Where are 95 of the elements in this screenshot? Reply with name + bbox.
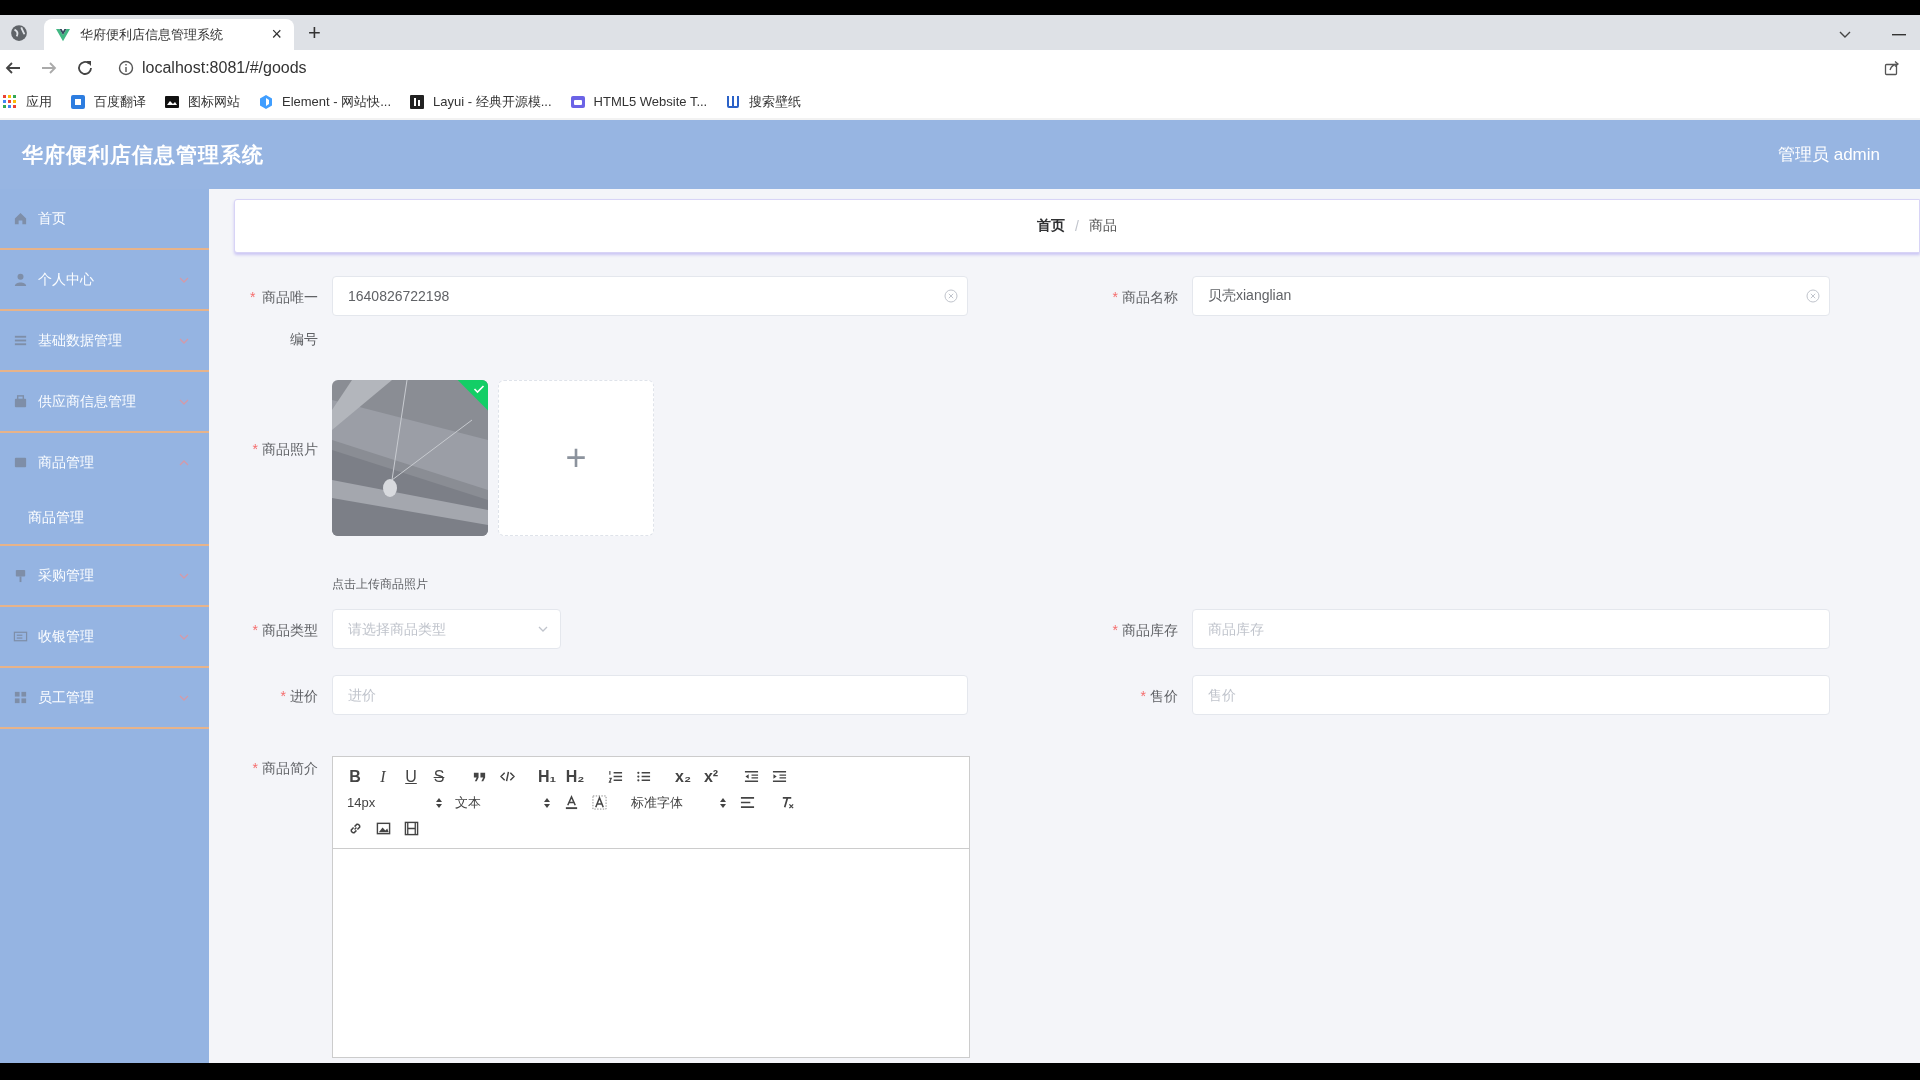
required-mark: * [1112,621,1118,640]
field-label: 商品照片 [262,440,318,459]
hexagon-icon [258,93,274,110]
chevron-down-icon[interactable] [1838,30,1852,40]
bookmark-icon [725,93,742,110]
v-logo-icon [56,27,70,42]
format-button[interactable]: H₁ [533,765,561,788]
format-button[interactable]: S [425,765,453,788]
breadcrumb-separator: / [1075,218,1079,234]
url-text[interactable]: localhost:8081/#/goods [142,58,307,77]
cost-field[interactable]: 进价 [332,675,968,715]
menu-label: 采购管理 [38,566,94,585]
required-mark: * [250,288,256,307]
user-icon [13,272,28,287]
updown-icon [719,796,727,809]
name-field[interactable]: 贝壳xianglian [1192,276,1830,316]
info-icon[interactable] [118,59,134,76]
indent-icon [771,769,787,784]
text-color-icon [563,795,579,810]
format-button[interactable]: x² [697,765,725,788]
card-icon [13,455,28,470]
rich-text-editor[interactable]: B I U S H₁ H₂ x₂ x² 14px 文本 标准字体 [332,756,970,1058]
field-label: 售价 [1150,687,1178,706]
bookmark-item[interactable]: Layui - 经典开源模... [409,92,552,111]
format-button[interactable]: B [341,765,369,788]
field-label: 商品类型 [262,621,318,640]
menu-label: 收银管理 [38,627,94,646]
code-icon [499,769,515,784]
menu-label: 基础数据管理 [38,331,122,350]
bookmark-item[interactable]: 图标网站 [164,92,240,111]
format-button[interactable]: U [397,765,425,788]
bookmark-item[interactable]: HTML5 Website T... [569,93,708,110]
menu-label: 个人中心 [38,270,94,289]
menu-label: 供应商信息管理 [38,392,136,411]
highlight-icon [591,795,607,810]
field-label: 进价 [290,687,318,706]
new-tab-button[interactable]: + [300,20,329,46]
price-field[interactable]: 售价 [1192,675,1830,715]
briefcase-icon [13,394,28,409]
menu-label: 员工管理 [38,688,94,707]
field-label: 商品库存 [1122,621,1178,640]
share-icon[interactable] [1884,59,1900,76]
reload-icon[interactable] [76,58,94,77]
outdent-icon [743,769,759,784]
bookmark-item[interactable]: Element - 网站快... [258,92,392,111]
required-mark: * [252,440,258,459]
type-select[interactable]: 请选择商品类型 [332,609,561,649]
toolbar-select[interactable]: 14px [341,791,449,814]
user-name: 管理员 admin [1777,144,1880,166]
required-mark: * [252,759,258,778]
image-icon [375,821,391,836]
align-icon [739,795,755,810]
minimize-icon[interactable] [1892,33,1906,37]
apps-icon [2,93,18,110]
home-icon [13,211,28,226]
format-button[interactable]: x₂ [669,765,697,788]
upload-hint: 点击上传商品照片 [332,576,429,593]
globe-icon[interactable] [10,24,28,42]
receipt-icon [13,629,28,644]
format-button[interactable]: I [369,765,397,788]
toolbar-select[interactable]: 标准字体 [625,791,733,814]
list-icon [13,333,28,348]
required-mark: * [280,687,286,706]
translate-icon [70,93,86,110]
bullet-list-icon [635,769,651,784]
updown-icon [543,796,551,809]
format-button[interactable]: H₂ [561,765,589,788]
video-icon [403,821,419,836]
required-mark: * [1112,288,1118,307]
id-field[interactable]: 1640826722198 [332,276,968,316]
menu-label: 商品管理 [38,453,94,472]
required-mark: * [252,621,258,640]
bookmark-item[interactable]: 应用 [2,92,52,111]
bookmark-item[interactable]: 百度翻译 [70,92,146,111]
sign-icon [13,568,28,583]
breadcrumb-item: 商品 [1088,217,1117,235]
stock-field[interactable]: 商品库存 [1192,609,1830,649]
field-label: 商品名称 [1122,288,1178,307]
app-title: 华府便利店信息管理系统 [22,141,264,168]
ordered-list-icon [607,769,623,784]
field-label: 商品简介 [262,759,318,778]
bookmark-icon [409,93,426,110]
field-label: 商品唯一编号 [261,288,318,349]
browser-tab[interactable]: 华府便利店信息管理系统 × [44,19,294,50]
required-mark: * [1140,687,1146,706]
tab-title: 华府便利店信息管理系统 [80,25,224,44]
menu-label: 首页 [38,209,66,228]
toolbar-select[interactable]: 文本 [449,791,557,814]
bookmark-item[interactable]: 搜索壁纸 [725,92,802,111]
bookmark-icon [569,93,586,110]
breadcrumb-item[interactable]: 首页 [1037,217,1066,235]
close-button[interactable]: × [271,24,282,45]
updown-icon [435,796,443,809]
grid-icon [13,690,28,705]
image-icon [164,93,180,110]
